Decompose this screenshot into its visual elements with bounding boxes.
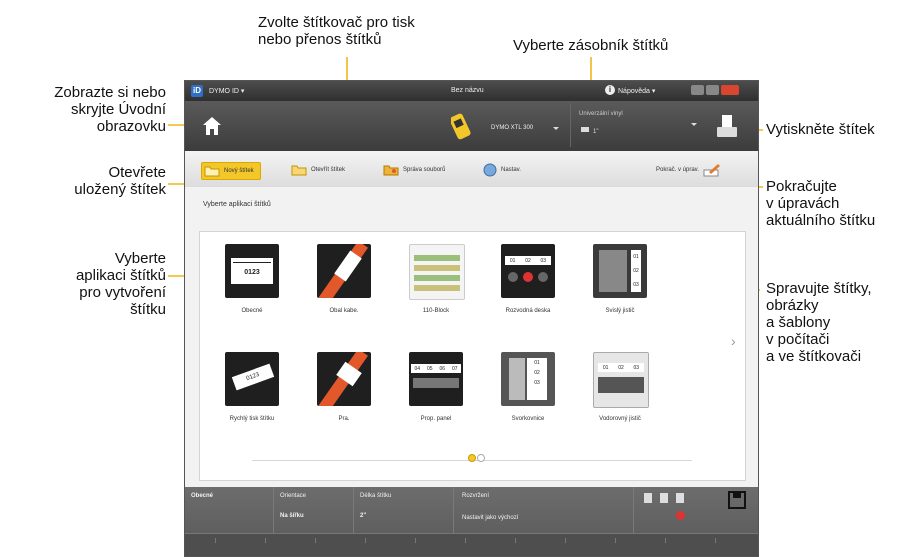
cartridge-value: 1" [593, 129, 599, 135]
tile-label: Svorkovnice [511, 416, 545, 422]
tile-label: Vodorovný jistič [599, 416, 641, 422]
distribution-board-icon: 01 02 03 [501, 244, 555, 298]
tile-label: Pra. [338, 416, 350, 422]
edit-pencil-icon [703, 164, 720, 177]
paste-icon[interactable] [676, 493, 684, 503]
cartridge-selector[interactable]: Univerzální vinyl 1" [570, 103, 701, 147]
tile-label: Obal kabe. [329, 308, 359, 314]
tile-label: Rozvodná deska [505, 308, 551, 314]
globe-settings-icon [483, 163, 497, 177]
label-printer-icon[interactable] [451, 111, 471, 141]
select-app-heading: Vyberte aplikaci štítků [203, 201, 271, 208]
new-label-button[interactable]: Nový štítek [201, 162, 261, 180]
tile-terminal-block[interactable]: 01 02 03 Svorkovnice [484, 352, 572, 442]
tile-flag[interactable]: Pra. [300, 352, 388, 442]
layout-control[interactable]: Rozvržení Nastavit jako výchozí [453, 487, 554, 533]
cut-icon[interactable] [644, 493, 652, 503]
section-name: Obecné [191, 493, 214, 499]
toolbar: Nový štítek Otevřít štítek Správa soubor… [185, 151, 758, 188]
home-icon[interactable] [201, 115, 223, 137]
cartridge-title: Univerzální vinyl [579, 111, 623, 117]
general-icon: 0123 [225, 244, 279, 298]
copy-icon[interactable] [660, 493, 668, 503]
delete-icon[interactable] [676, 511, 685, 520]
cartridge-dropdown-icon[interactable] [691, 123, 697, 126]
cable-wrap-icon [317, 244, 371, 298]
callout-home-screen: Zobrazte si nebo skryjte Úvodní obrazovk… [54, 84, 166, 135]
tile-general[interactable]: 0123 Obecné [208, 244, 296, 334]
tile-label: 110-Block [422, 308, 450, 314]
content-area: Vyberte aplikaci štítků 0123 Obecné Obal… [185, 187, 758, 487]
terminal-block-icon: 01 02 03 [501, 352, 555, 406]
file-manager-icon [383, 165, 399, 176]
flag-label-icon [317, 352, 371, 406]
tile-horizontal-breaker[interactable]: 01 02 03 Vodorovný jistič [576, 352, 664, 442]
settings-button[interactable]: Nastav. [483, 162, 521, 178]
callout-manage-files: Spravujte štítky, obrázky a šablony v po… [766, 280, 872, 365]
minimize-button[interactable] [691, 85, 704, 95]
tile-distribution-board[interactable]: 01 02 03 Rozvodná deska [484, 244, 572, 334]
cartridge-icon [581, 127, 589, 132]
vertical-breaker-icon: 01 02 03 [593, 244, 647, 298]
general-code: 0123 [244, 269, 260, 276]
printer-name[interactable]: DYMO XTL 300 [491, 125, 533, 131]
dymo-app-window: iD DYMO ID ▾ Bez názvu i Nápověda ▾ DYMO… [184, 80, 759, 557]
label-length-control[interactable]: Délka štítku 2" [353, 487, 454, 533]
callout-select-app: Vyberte aplikaci štítků pro vytvoření št… [75, 250, 166, 318]
edit-tools [633, 487, 758, 533]
top-bar: DYMO XTL 300 Univerzální vinyl 1" [185, 101, 758, 151]
page-dot[interactable] [477, 454, 485, 462]
tile-patch-panel[interactable]: 04 05 06 07 Prop. panel [392, 352, 480, 442]
callout-select-cassette: Vyberte zásobník štítků [513, 37, 669, 54]
quick-print-icon: 0123 [225, 352, 279, 406]
tile-cable-wrap[interactable]: Obal kabe. [300, 244, 388, 334]
ruler [185, 533, 758, 556]
110-block-icon [409, 244, 465, 300]
application-panel: 0123 Obecné Obal kabe. 110-Block 01 02 0… [199, 231, 746, 481]
tile-quick-print[interactable]: 0123 Rychlý tisk štítku [208, 352, 296, 442]
printer-dropdown-icon[interactable] [553, 127, 559, 130]
maximize-button[interactable] [706, 85, 719, 95]
patch-panel-icon: 04 05 06 07 [409, 352, 463, 406]
help-menu[interactable]: Nápověda ▾ [618, 87, 655, 95]
close-button[interactable] [721, 85, 739, 95]
page-dot-active[interactable] [468, 454, 476, 462]
open-label-button[interactable]: Otevřít štítek [291, 162, 345, 178]
tile-label: Svislý jistič [605, 308, 635, 314]
folder-open-icon [291, 165, 307, 176]
tile-label: Rychlý tisk štítku [229, 416, 275, 422]
app-menu[interactable]: DYMO ID ▾ [209, 87, 244, 95]
callout-select-printer: Zvolte štítkovač pro tisk nebo přenos št… [258, 14, 415, 48]
horizontal-breaker-icon: 01 02 03 [593, 352, 649, 408]
dymo-logo-icon: iD [191, 85, 203, 97]
print-icon[interactable] [715, 113, 739, 141]
save-icon[interactable] [728, 491, 746, 509]
info-icon: i [605, 85, 615, 95]
properties-bar: Obecné Orientace Na šířku Délka štítku 2… [185, 487, 758, 556]
tile-label: Prop. panel [420, 416, 452, 422]
document-title: Bez názvu [451, 87, 484, 94]
callout-continue-edit: Pokračujte v úpravách aktuálního štítku [766, 178, 876, 229]
file-manager-button[interactable]: Správa souborů [383, 162, 445, 178]
callout-print-label: Vytiskněte štítek [766, 121, 875, 138]
chevron-right-icon[interactable]: › [731, 333, 736, 349]
orientation-control[interactable]: Orientace Na šířku [273, 487, 354, 533]
continue-edit-button[interactable]: Pokrač. v úprav. [656, 162, 721, 178]
callout-open-saved: Otevřete uložený štítek [74, 164, 166, 198]
folder-new-icon [204, 166, 220, 177]
tile-vertical-breaker[interactable]: 01 02 03 Svislý jistič [576, 244, 664, 334]
tile-110-block[interactable]: 110-Block [392, 244, 480, 334]
tile-label: Obecné [241, 308, 263, 314]
title-bar: iD DYMO ID ▾ Bez názvu i Nápověda ▾ [185, 81, 758, 101]
